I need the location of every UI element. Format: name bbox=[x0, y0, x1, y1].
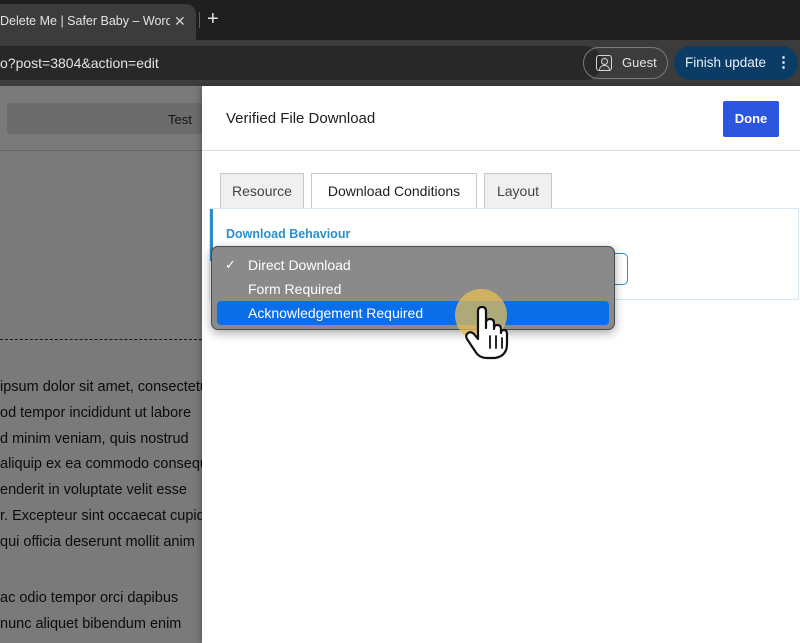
text-line: ipsum dolor sit amet, consectetur bbox=[0, 379, 210, 395]
tab-title: Delete Me | Safer Baby – Word bbox=[0, 14, 170, 28]
finish-update-label: Finish update bbox=[685, 55, 767, 70]
tab-download-conditions[interactable]: Download Conditions bbox=[311, 173, 477, 210]
close-icon[interactable]: ✕ bbox=[174, 4, 186, 38]
tab-layout[interactable]: Layout bbox=[484, 173, 552, 209]
download-behaviour-dropdown: ✓ Direct Download Form Required Acknowle… bbox=[211, 246, 615, 330]
text-line: od tempor incididunt ut labore bbox=[0, 404, 192, 421]
panel-title: Verified File Download bbox=[226, 110, 376, 127]
guest-profile-button[interactable]: Guest bbox=[583, 47, 668, 79]
option-label: Direct Download bbox=[248, 257, 351, 273]
option-acknowledgement-required[interactable]: Acknowledgement Required bbox=[217, 301, 609, 325]
text-line: nunc aliquet bibendum enim bbox=[0, 615, 182, 632]
tab-separator bbox=[199, 12, 200, 28]
tab-strip: Delete Me | Safer Baby – Word ✕ + bbox=[0, 0, 800, 40]
download-behaviour-label: Download Behaviour bbox=[226, 227, 351, 241]
text-line: d minim veniam, quis nostrud bbox=[0, 430, 189, 447]
body-paragraph-2: ac odio tempor orci dapibus nunc aliquet… bbox=[0, 586, 210, 643]
panel-divider bbox=[202, 150, 800, 151]
dashed-divider bbox=[0, 339, 202, 340]
address-bar[interactable]: o?post=3804&action=edit bbox=[0, 46, 602, 80]
text-line: r. Excepteur sint occaecat cupidatat bbox=[0, 507, 210, 524]
browser-toolbar: o?post=3804&action=edit Guest Finish upd… bbox=[0, 40, 800, 86]
finish-update-button[interactable]: Finish update ⋮ bbox=[674, 46, 798, 80]
text-line: enderit in voluptate velit esse bbox=[0, 482, 187, 499]
hand-pointer-icon bbox=[465, 306, 509, 360]
verified-file-download-panel: Verified File Download Done Resource Dow… bbox=[202, 86, 800, 643]
editor-divider bbox=[0, 150, 202, 151]
checkmark-icon: ✓ bbox=[225, 257, 236, 272]
text-line: aliquip ex ea commodo consequat bbox=[0, 456, 210, 473]
browser-tab[interactable]: Delete Me | Safer Baby – Word ✕ bbox=[0, 4, 196, 40]
guest-label: Guest bbox=[622, 55, 657, 70]
option-direct-download[interactable]: ✓ Direct Download bbox=[217, 253, 609, 277]
tab-resource[interactable]: Resource bbox=[220, 173, 304, 209]
editor-topbar-label: Test bbox=[168, 112, 192, 127]
option-label: Acknowledgement Required bbox=[248, 305, 424, 321]
text-line: qui officia deserunt mollit anim bbox=[0, 533, 195, 550]
new-tab-icon[interactable]: + bbox=[207, 8, 219, 30]
body-paragraph-1: ipsum dolor sit amet, consectetur od tem… bbox=[0, 375, 210, 556]
menu-kebab-icon[interactable]: ⋮ bbox=[776, 46, 791, 80]
profile-icon bbox=[596, 55, 612, 71]
done-button[interactable]: Done bbox=[723, 101, 779, 137]
option-form-required[interactable]: Form Required bbox=[217, 277, 609, 301]
text-line: ac odio tempor orci dapibus bbox=[0, 590, 179, 606]
option-label: Form Required bbox=[248, 281, 342, 297]
text-line: s bbox=[0, 638, 210, 643]
